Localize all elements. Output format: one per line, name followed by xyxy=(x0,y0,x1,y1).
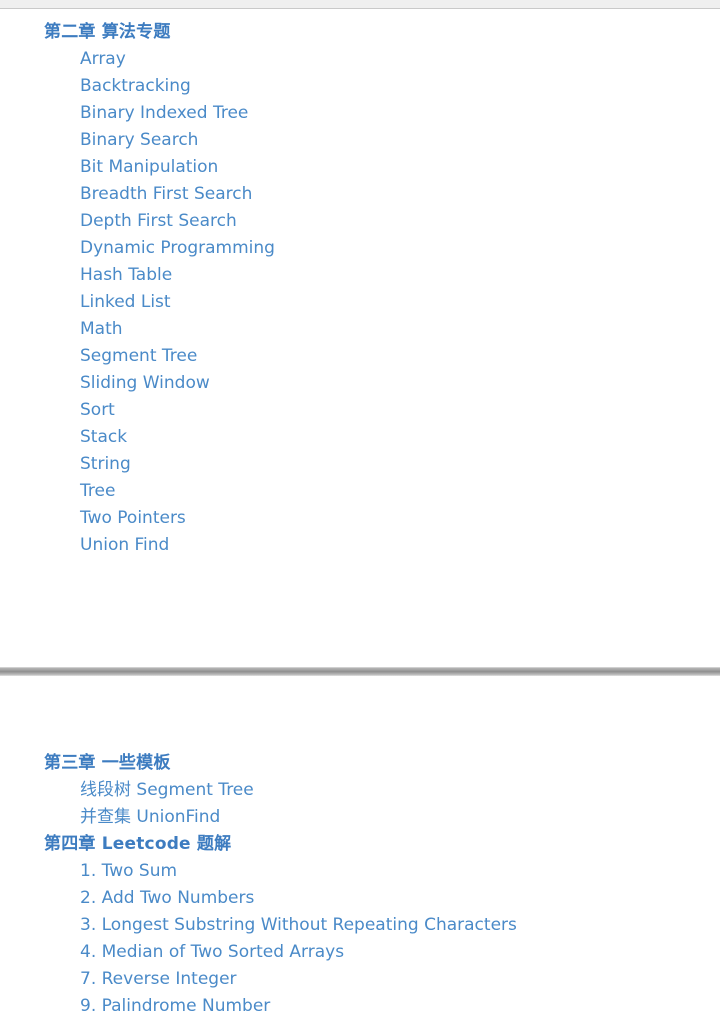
toc-page-one: 第二章 算法专题 Array Backtracking Binary Indexed … xyxy=(0,9,720,667)
window-chrome-bar xyxy=(0,0,720,9)
toc-entry-link[interactable]: Segment Tree xyxy=(0,343,720,370)
toc-entry-link[interactable]: 线段树 Segment Tree xyxy=(0,777,720,804)
toc-entry-link[interactable]: 9. Palindrome Number xyxy=(0,993,720,1020)
toc-entry-link[interactable]: Stack xyxy=(0,424,720,451)
toc-entry-link[interactable]: 4. Median of Two Sorted Arrays xyxy=(0,939,720,966)
toc-entry-link[interactable]: Linked List xyxy=(0,289,720,316)
toc-entry-link[interactable]: Bit Manipulation xyxy=(0,154,720,181)
toc-group: 第四章 Leetcode 题解 1. Two Sum 2. Add Two Numb… xyxy=(0,831,720,1020)
toc-entry-link[interactable]: Binary Indexed Tree xyxy=(0,100,720,127)
toc-list-page-two: 第三章 一些模板 线段树 Segment Tree 并查集 UnionFind 第四章… xyxy=(0,750,720,1020)
toc-entry-link[interactable]: 3. Longest Substring Without Repeating C… xyxy=(0,912,720,939)
toc-chapter-heading[interactable]: 第三章 一些模板 xyxy=(0,750,720,777)
toc-entry-link[interactable]: 1. Two Sum xyxy=(0,858,720,885)
toc-entry-link[interactable]: Depth First Search xyxy=(0,208,720,235)
toc-entry-link[interactable]: Backtracking xyxy=(0,73,720,100)
toc-entry-link[interactable]: 7. Reverse Integer xyxy=(0,966,720,993)
toc-entry-link[interactable]: Math xyxy=(0,316,720,343)
toc-entry-link[interactable]: Sort xyxy=(0,397,720,424)
toc-entry-link[interactable]: Hash Table xyxy=(0,262,720,289)
toc-page-two: 第三章 一些模板 线段树 Segment Tree 并查集 UnionFind 第四章… xyxy=(0,676,720,1020)
toc-entry-link[interactable]: String xyxy=(0,451,720,478)
toc-entry-link[interactable]: Dynamic Programming xyxy=(0,235,720,262)
toc-entry-link[interactable]: 并查集 UnionFind xyxy=(0,804,720,831)
toc-entry-link[interactable]: Union Find xyxy=(0,532,720,559)
page-break-separator xyxy=(0,667,720,676)
toc-entry-link[interactable]: Two Pointers xyxy=(0,505,720,532)
toc-entry-link[interactable]: Binary Search xyxy=(0,127,720,154)
toc-group: 第三章 一些模板 线段树 Segment Tree 并查集 UnionFind xyxy=(0,750,720,831)
toc-entry-link[interactable]: Tree xyxy=(0,478,720,505)
toc-entry-link[interactable]: Sliding Window xyxy=(0,370,720,397)
toc-chapter-heading[interactable]: 第二章 算法专题 xyxy=(0,19,720,46)
toc-entry-link[interactable]: 2. Add Two Numbers xyxy=(0,885,720,912)
toc-chapter-heading[interactable]: 第四章 Leetcode 题解 xyxy=(0,831,720,858)
toc-entry-link[interactable]: Array xyxy=(0,46,720,73)
toc-group: 第二章 算法专题 Array Backtracking Binary Indexed … xyxy=(0,19,720,559)
toc-entry-link[interactable]: Breadth First Search xyxy=(0,181,720,208)
toc-list-page-one: 第二章 算法专题 Array Backtracking Binary Indexed … xyxy=(0,19,720,559)
